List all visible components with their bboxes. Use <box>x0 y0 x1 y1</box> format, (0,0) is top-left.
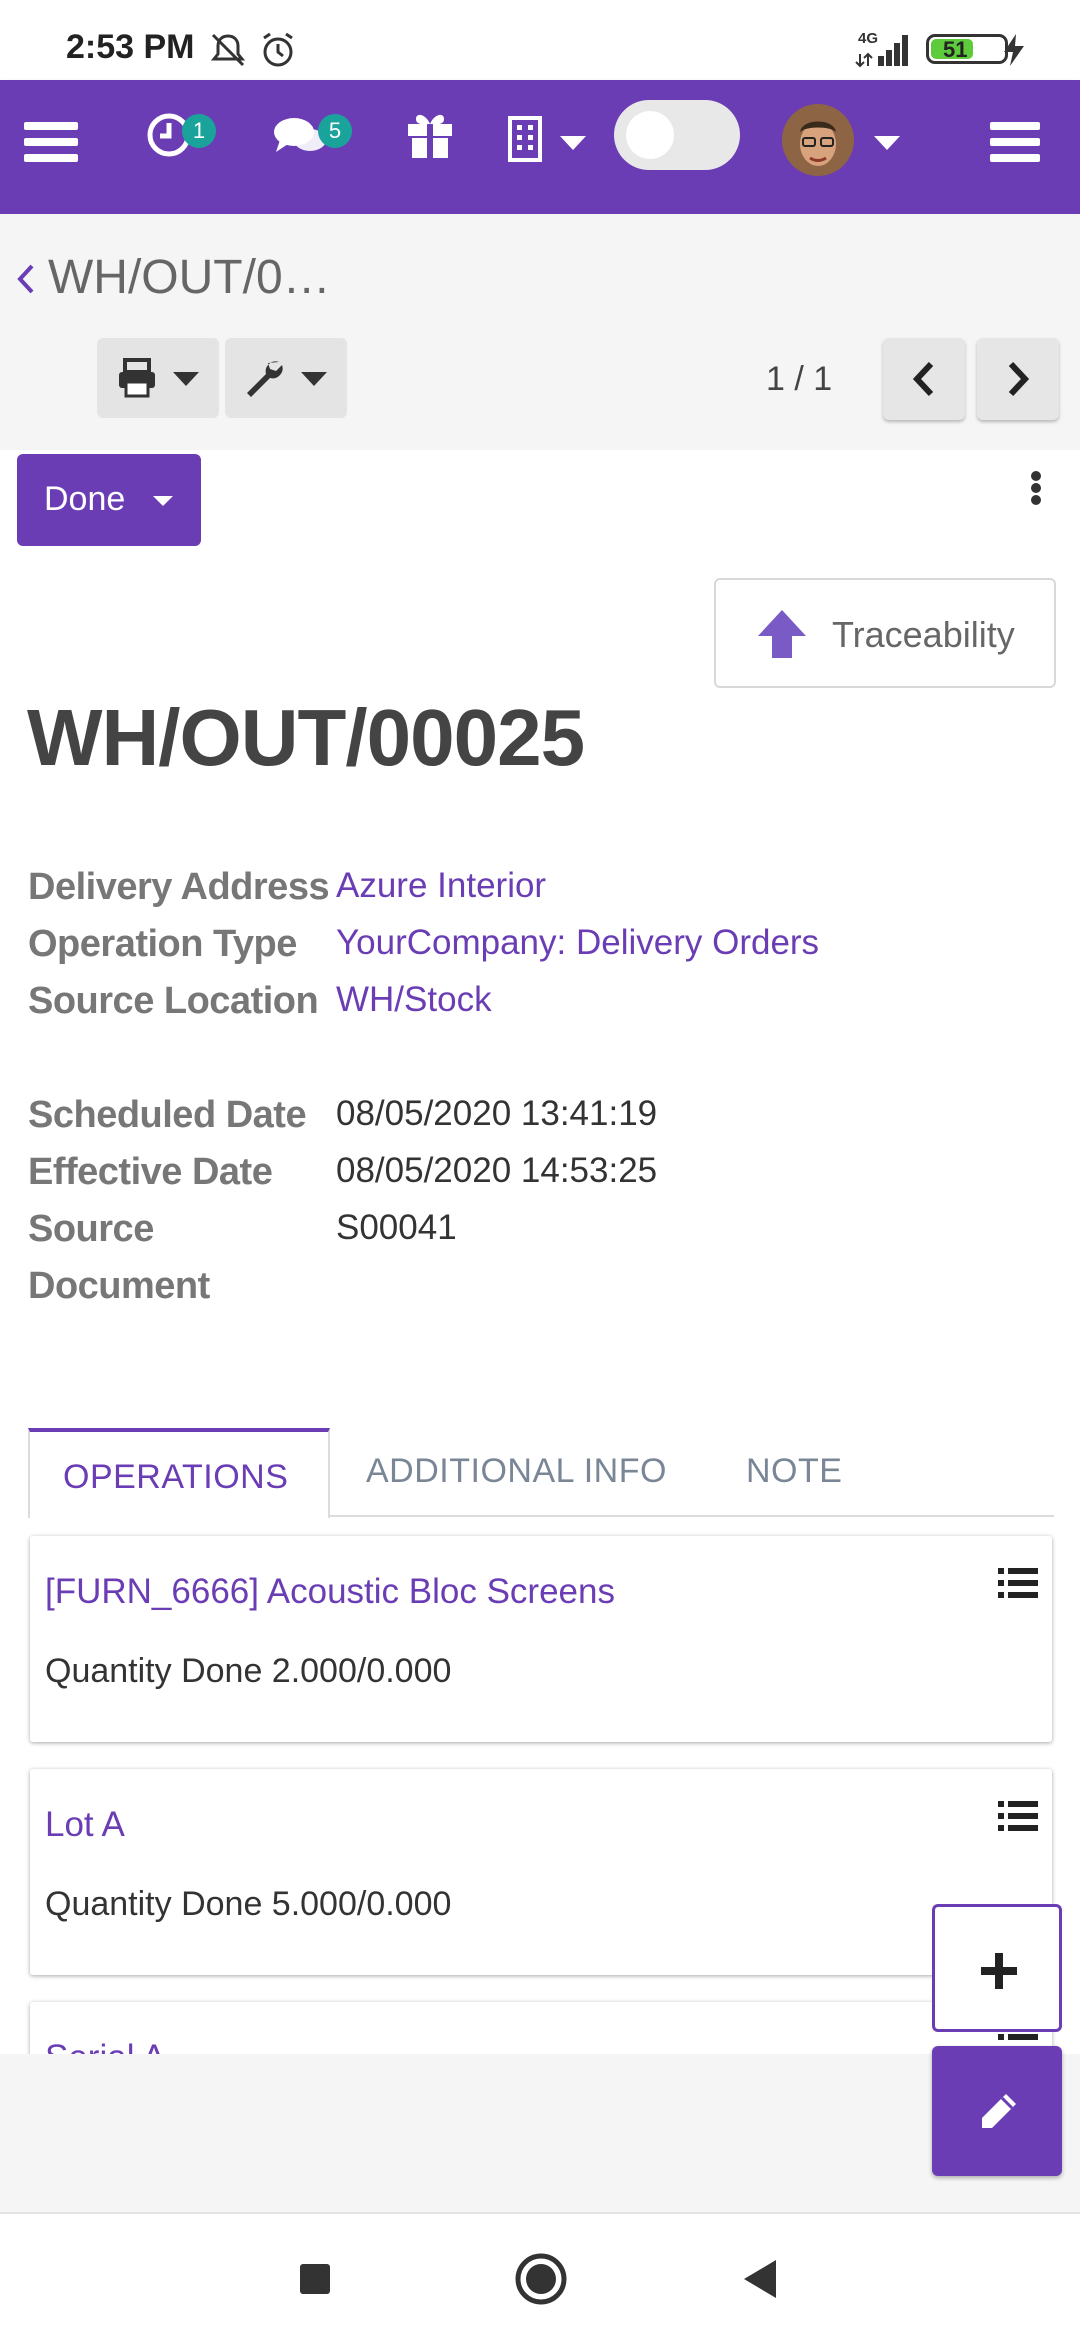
recents-icon[interactable] <box>298 2262 332 2296</box>
toggle-knob <box>626 111 674 159</box>
tab-operations-label: OPERATIONS <box>63 1458 289 1496</box>
caret-down-icon <box>560 136 586 150</box>
company-switcher[interactable] <box>506 116 590 168</box>
source-location-label: Source Location <box>28 980 319 1022</box>
messages-badge: 5 <box>318 114 352 148</box>
status-time: 2:53 PM <box>66 28 195 66</box>
menu-icon[interactable] <box>990 118 1040 166</box>
back-icon[interactable] <box>742 2258 778 2300</box>
edit-button[interactable] <box>932 2046 1062 2176</box>
delivery-address-label: Delivery Address <box>28 866 330 908</box>
source-document-value: S00041 <box>336 1208 457 1247</box>
delivery-address-value[interactable]: Azure Interior <box>336 866 546 906</box>
breadcrumb[interactable]: WH/OUT/0… <box>48 250 331 305</box>
operation-title[interactable]: [FURN_6666] Acoustic Bloc Screens <box>45 1572 615 1612</box>
charging-bolt-icon <box>1004 34 1024 66</box>
operation-type-value[interactable]: YourCompany: Delivery Orders <box>336 923 819 963</box>
traceability-button[interactable]: Traceability <box>714 578 1056 688</box>
effective-date-value: 08/05/2020 14:53:25 <box>336 1151 658 1190</box>
page-title: WH/OUT/00025 <box>27 693 585 782</box>
wrench-icon <box>247 361 283 397</box>
gift-icon[interactable] <box>404 108 456 160</box>
operation-quantity: Quantity Done 2.000/0.000 <box>45 1652 452 1690</box>
building-icon <box>508 116 542 162</box>
status-bar: 2:53 PM 4G 51 <box>0 0 1080 80</box>
source-location-value[interactable]: WH/Stock <box>336 980 492 1020</box>
pencil-icon <box>982 2094 1016 2128</box>
avatar <box>782 104 854 176</box>
tab-note-label: NOTE <box>746 1452 843 1490</box>
source-document-label-line2: Document <box>28 1265 210 1307</box>
activity-badge: 1 <box>182 114 216 148</box>
back-chevron-icon[interactable] <box>14 262 36 296</box>
caret-down-icon <box>173 372 199 386</box>
plus-icon <box>981 1953 1017 1989</box>
printer-icon <box>119 358 155 398</box>
tab-operations[interactable]: OPERATIONS <box>28 1428 330 1518</box>
print-button[interactable] <box>97 338 219 418</box>
list-icon[interactable] <box>998 1799 1038 1833</box>
user-menu[interactable] <box>782 104 912 178</box>
pager-previous-button[interactable] <box>883 338 965 420</box>
status-button[interactable]: Done <box>17 454 201 546</box>
tab-note[interactable]: NOTE <box>746 1428 856 1518</box>
list-item[interactable]: Lot A Quantity Done 5.000/0.000 <box>30 1769 1052 1975</box>
traceability-label: Traceability <box>832 614 1015 655</box>
operation-type-label: Operation Type <box>28 923 297 965</box>
effective-date-label: Effective Date <box>28 1151 273 1193</box>
chevron-left-icon <box>912 361 934 397</box>
top-navbar: 1 5 <box>0 80 1080 214</box>
home-icon[interactable] <box>514 2252 568 2306</box>
alarm-icon <box>263 32 293 67</box>
caret-down-icon <box>153 496 173 506</box>
caret-down-icon <box>301 372 327 386</box>
more-options-icon[interactable] <box>1022 468 1050 518</box>
action-button[interactable] <box>225 338 347 418</box>
messages-button[interactable]: 5 <box>270 110 360 170</box>
scheduled-date-value: 08/05/2020 13:41:19 <box>336 1094 658 1133</box>
activity-button[interactable]: 1 <box>144 110 224 170</box>
signal-icon <box>855 35 908 68</box>
battery-icon: 51 <box>926 34 1008 64</box>
scheduled-date-label: Scheduled Date <box>28 1094 307 1136</box>
add-line-button[interactable] <box>932 1904 1062 2032</box>
chevron-right-icon <box>1008 361 1030 397</box>
system-nav-bar <box>0 2212 1080 2340</box>
status-label: Done <box>44 480 126 518</box>
operation-title[interactable]: Lot A <box>45 1805 125 1845</box>
caret-down-icon <box>874 136 900 150</box>
tab-additional-info[interactable]: ADDITIONAL INFO <box>366 1428 686 1518</box>
source-document-label: Source <box>28 1208 154 1250</box>
arrow-up-icon <box>758 610 806 658</box>
list-item[interactable]: [FURN_6666] Acoustic Bloc Screens Quanti… <box>30 1536 1052 1742</box>
pager-value[interactable]: 1 / 1 <box>766 360 832 399</box>
operation-quantity: Quantity Done 5.000/0.000 <box>45 1885 452 1923</box>
app-menu-icon[interactable] <box>24 118 78 166</box>
list-icon[interactable] <box>998 1566 1038 1600</box>
mode-toggle[interactable] <box>614 100 740 170</box>
bell-muted-icon <box>210 33 246 67</box>
tab-additional-info-label: ADDITIONAL INFO <box>366 1452 667 1490</box>
bottom-area <box>0 2054 1080 2214</box>
pager-next-button[interactable] <box>977 338 1059 420</box>
